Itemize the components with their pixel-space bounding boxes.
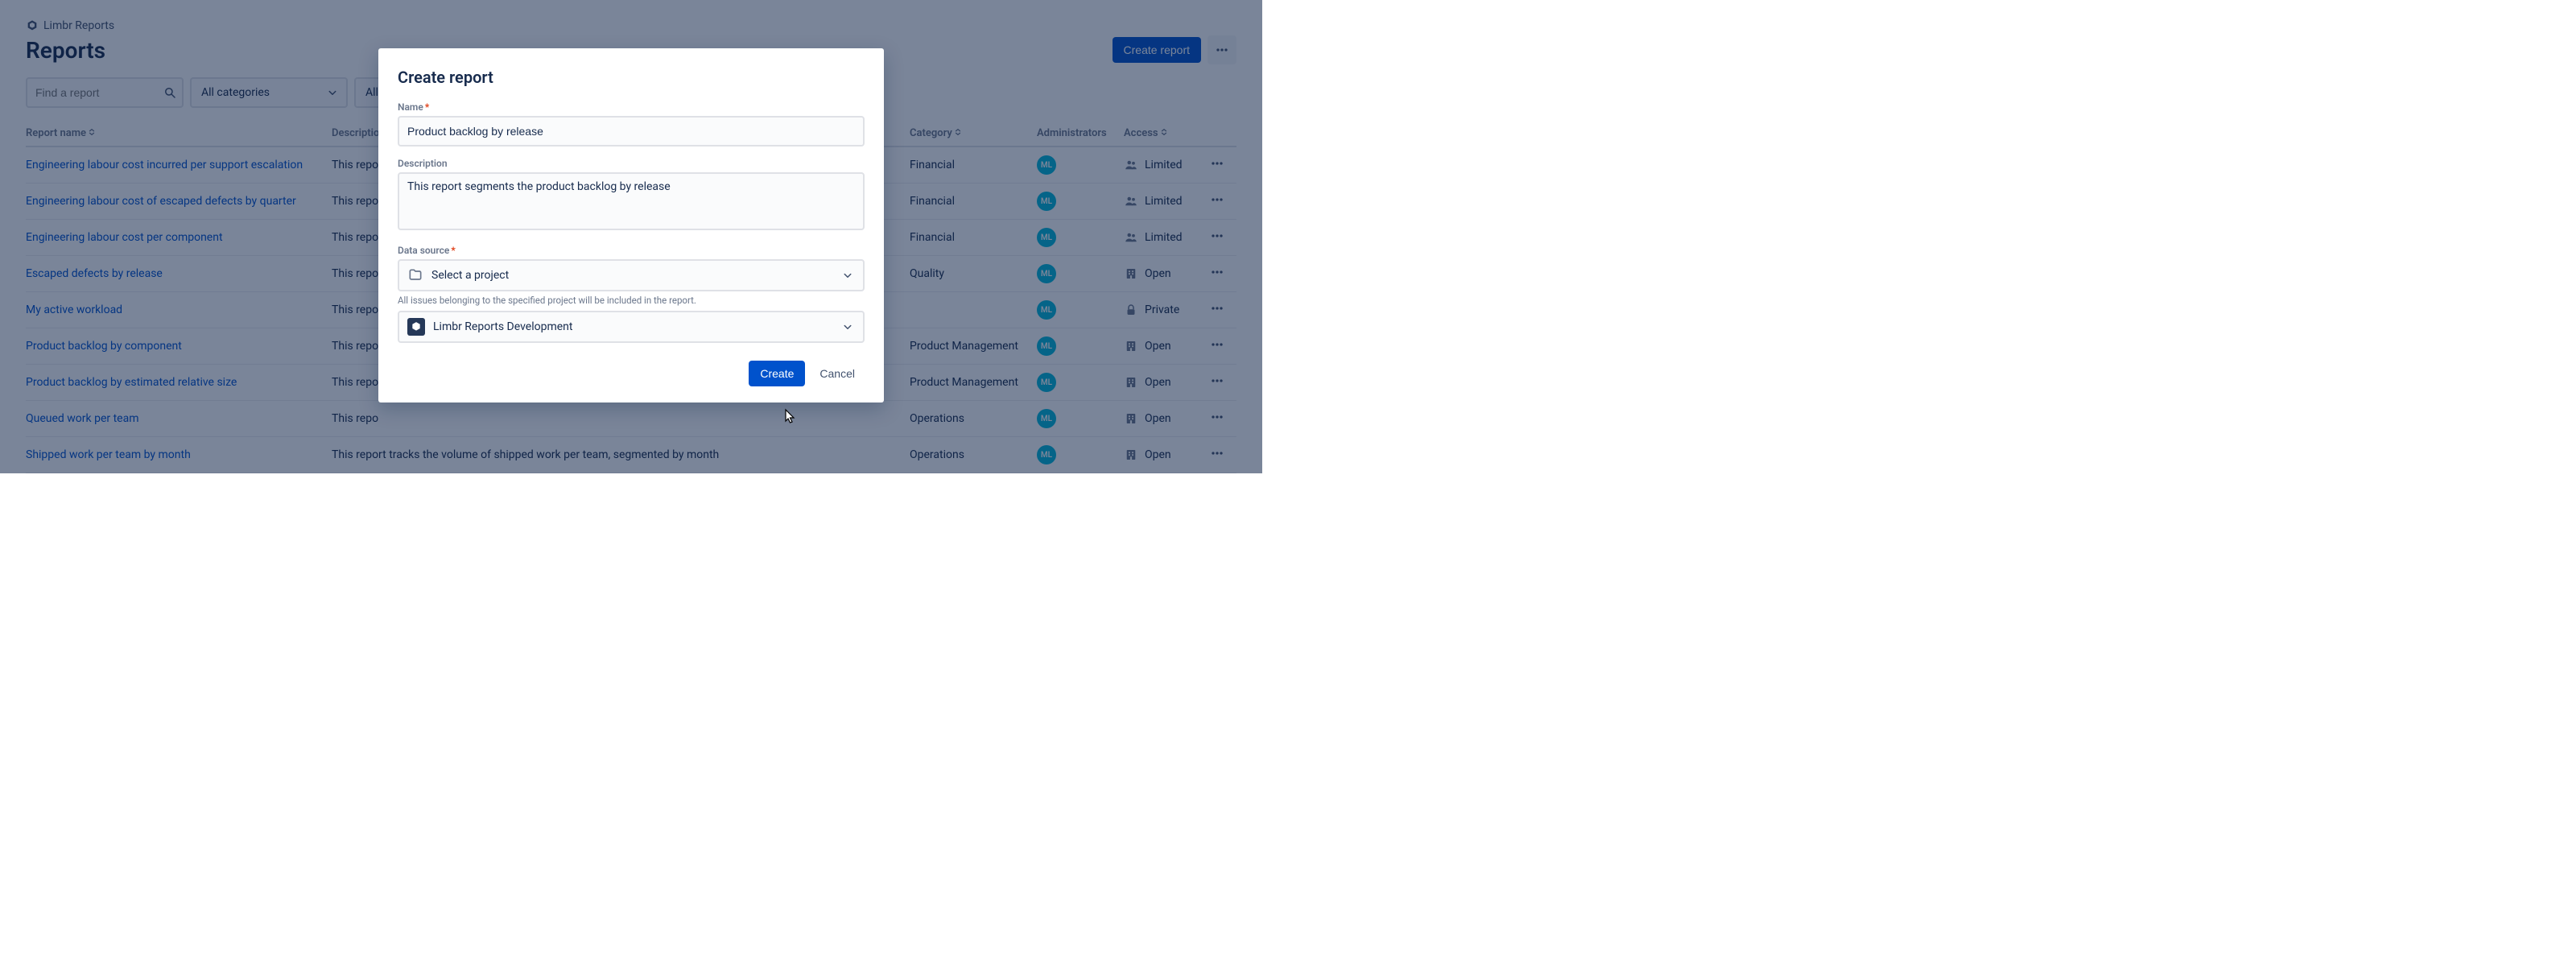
data-source-helper: All issues belonging to the specified pr…	[398, 295, 865, 306]
description-textarea[interactable]	[398, 172, 865, 230]
name-input[interactable]	[398, 116, 865, 147]
description-label: Description	[398, 158, 865, 169]
modal-overlay[interactable]: Create report Name* Description Data sou…	[0, 0, 1262, 473]
create-report-modal: Create report Name* Description Data sou…	[378, 48, 884, 402]
create-button[interactable]: Create	[749, 361, 805, 386]
chevron-down-icon	[840, 320, 855, 334]
chevron-down-icon	[840, 268, 855, 283]
cancel-button[interactable]: Cancel	[810, 361, 865, 386]
folder-icon	[407, 267, 423, 283]
project-logo-icon	[407, 318, 425, 336]
data-source-label: Data source*	[398, 245, 865, 256]
modal-title: Create report	[398, 68, 865, 87]
project-value: Limbr Reports Development	[433, 320, 572, 333]
data-source-placeholder: Select a project	[431, 269, 509, 282]
name-label: Name*	[398, 101, 865, 113]
project-select[interactable]: Limbr Reports Development	[398, 311, 865, 343]
data-source-select[interactable]: Select a project	[398, 259, 865, 291]
